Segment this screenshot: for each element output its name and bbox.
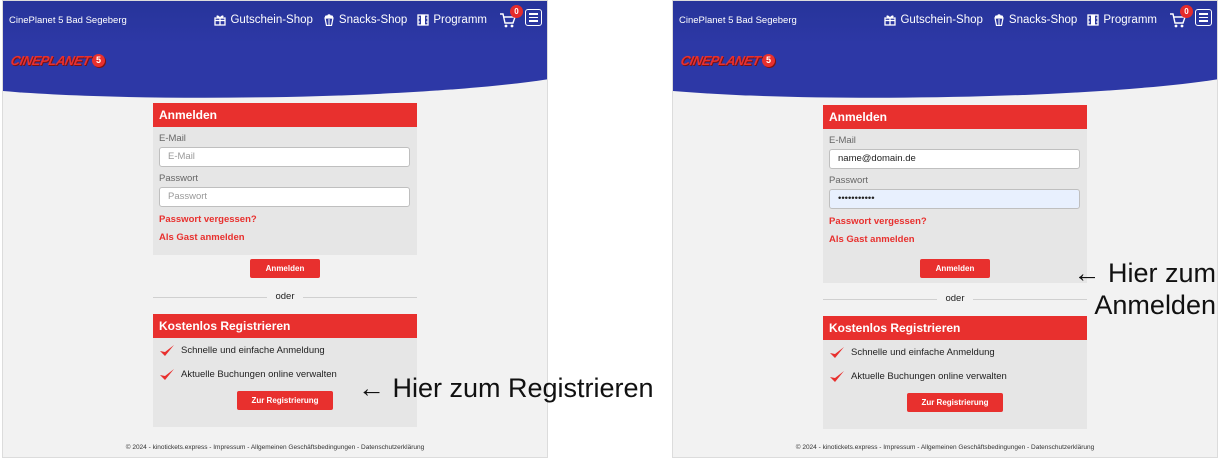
cart-button[interactable]: 0 [1169,5,1193,29]
email-label: E-Mail [829,135,856,146]
login-card: Anmelden E-Mail E-Mail Passwort Passwort… [153,103,417,278]
site-brand-name[interactable]: CinePlanet 5 Bad Segeberg [679,15,797,26]
email-field[interactable]: name@domain.de [829,149,1080,169]
nav-label: Programm [1103,14,1157,26]
nav-snacks-shop[interactable]: Snacks-Shop [323,14,407,26]
main-nav: Gutschein-Shop Snacks-Shop Programm 0 [214,5,523,29]
popcorn-icon [324,14,334,26]
nav-programm[interactable]: Programm [1087,14,1157,26]
annotation-login-hint: ← Hier zum Anmelden [1048,257,1216,321]
nav-label: Snacks-Shop [338,14,408,26]
gift-icon [884,15,897,26]
forgot-password-link[interactable]: Passwort vergessen? [153,214,417,225]
cart-count-badge: 0 [1180,5,1193,18]
site-footer: © 2024 - kinotickets.express - Impressum… [795,444,1095,451]
nav-programm[interactable]: Programm [417,14,487,26]
hamburger-menu-icon [1199,13,1208,15]
site-brand-name[interactable]: CinePlanet 5 Bad Segeberg [9,15,127,26]
cart-button[interactable]: 0 [499,5,523,29]
checkmark-icon [830,371,844,382]
email-label: E-Mail [159,133,186,144]
register-title: Kostenlos Registrieren [153,314,417,338]
screenshot-login: CinePlanet 5 Bad Segeberg Gutschein-Shop… [672,0,1218,458]
benefit-text: Schnelle und einfache Anmeldung [181,345,325,356]
header-wave [673,41,1217,98]
email-field[interactable]: E-Mail [159,147,410,167]
or-divider: oder [153,291,417,303]
register-card: Kostenlos Registrieren Schnelle und einf… [153,314,417,427]
benefit-text: Aktuelle Buchungen online verwalten [851,371,1007,382]
benefit-item: Schnelle und einfache Anmeldung [829,346,995,359]
password-field[interactable]: ••••••••••• [829,189,1080,209]
benefit-item: Schnelle und einfache Anmeldung [159,344,325,357]
gift-icon [214,15,227,26]
forgot-password-link[interactable]: Passwort vergessen? [823,216,1087,227]
annotation-line: Anmelden [1094,290,1216,320]
nav-label: Gutschein-Shop [900,14,983,26]
cineplanet-logo[interactable]: CINEPLANET 5 [679,51,776,69]
logo-wordmark: CINEPLANET [9,52,92,68]
guest-login-link[interactable]: Als Gast anmelden [823,234,1087,245]
nav-snacks-shop[interactable]: Snacks-Shop [993,14,1077,26]
benefit-text: Aktuelle Buchungen online verwalten [181,369,337,380]
nav-gutschein-shop[interactable]: Gutschein-Shop [884,14,983,26]
nav-label: Snacks-Shop [1008,14,1078,26]
checkmark-icon [830,347,844,358]
film-icon [417,14,429,26]
annotation-register-hint: ← Hier zum Registrieren [358,373,654,403]
cart-count-badge: 0 [510,5,523,18]
password-label: Passwort [829,175,869,186]
login-title: Anmelden [823,105,1087,129]
nav-label: Programm [433,14,487,26]
logo-wordmark: CINEPLANET [679,52,762,68]
register-button[interactable]: Zur Registrierung [237,391,333,410]
hamburger-menu-button[interactable] [1195,9,1212,26]
or-divider-text: oder [937,293,973,304]
guest-login-link[interactable]: Als Gast anmelden [153,232,417,243]
hamburger-menu-icon [529,13,538,15]
nav-label: Gutschein-Shop [230,14,313,26]
popcorn-icon [994,14,1004,26]
checkmark-icon [160,345,174,356]
hamburger-menu-button[interactable] [525,9,542,26]
login-button[interactable]: Anmelden [920,259,990,278]
logo-number-badge: 5 [92,53,106,67]
or-divider-text: oder [267,291,303,302]
film-icon [1087,14,1099,26]
register-card: Kostenlos Registrieren Schnelle und einf… [823,316,1087,429]
site-footer: © 2024 - kinotickets.express - Impressum… [125,444,425,451]
main-nav: Gutschein-Shop Snacks-Shop Programm 0 [884,5,1193,29]
cineplanet-logo[interactable]: CINEPLANET 5 [9,51,106,69]
annotation-line: ← Hier zum [1073,258,1216,288]
password-field[interactable]: Passwort [159,187,410,207]
checkmark-icon [160,369,174,380]
nav-gutschein-shop[interactable]: Gutschein-Shop [214,14,313,26]
password-label: Passwort [159,173,199,184]
header-wave [3,41,547,98]
login-title: Anmelden [153,103,417,127]
benefit-item: Aktuelle Buchungen online verwalten [159,368,337,381]
logo-number-badge: 5 [762,53,776,67]
login-button[interactable]: Anmelden [250,259,320,278]
benefit-item: Aktuelle Buchungen online verwalten [829,370,1007,383]
register-button[interactable]: Zur Registrierung [907,393,1003,412]
benefit-text: Schnelle und einfache Anmeldung [851,347,995,358]
